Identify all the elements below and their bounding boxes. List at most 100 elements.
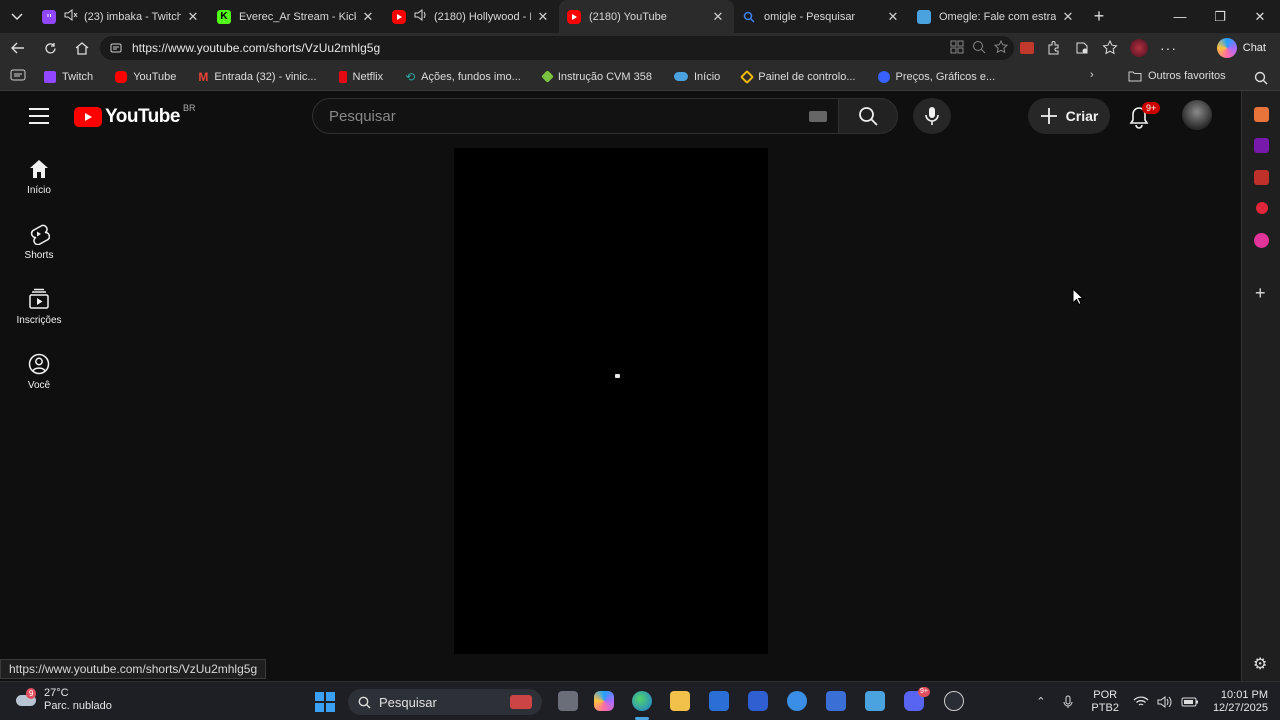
twitch-icon bbox=[42, 9, 56, 24]
zoom-icon[interactable] bbox=[972, 40, 986, 54]
tab-bing-search[interactable]: omigle - Pesquisar ✕ bbox=[734, 0, 909, 33]
tab-actions-menu[interactable] bbox=[0, 0, 34, 33]
close-window-button[interactable]: ✕ bbox=[1240, 0, 1280, 33]
notifications-button[interactable]: 9+ bbox=[1126, 102, 1161, 130]
tab-youtube-active[interactable]: (2180) YouTube ✕ bbox=[559, 0, 734, 33]
close-tab-icon[interactable]: ✕ bbox=[535, 9, 551, 25]
extensions-icon[interactable] bbox=[1046, 40, 1062, 56]
tab-twitch[interactable]: (23) imbaka - Twitch ✕ bbox=[34, 0, 209, 33]
add-sidebar-app-icon[interactable]: + bbox=[1255, 283, 1266, 304]
muted-speaker-icon[interactable] bbox=[64, 9, 78, 24]
favorite-acoes[interactable]: ⟲ Ações, fundos imo... bbox=[405, 70, 521, 84]
start-button[interactable] bbox=[315, 692, 335, 712]
app-icon[interactable] bbox=[748, 691, 768, 711]
taskbar: 9 27°C Parc. nublado Pesquisar 9+ ⌃ POR bbox=[0, 681, 1280, 720]
voice-search-button[interactable] bbox=[913, 98, 951, 134]
photos-app-icon[interactable] bbox=[826, 691, 846, 711]
youtube-mini-guide: Início Shorts Inscrições Você bbox=[0, 148, 78, 408]
close-tab-icon[interactable]: ✕ bbox=[185, 9, 201, 25]
shorts-icon bbox=[30, 224, 50, 245]
sync-app-icon[interactable] bbox=[787, 691, 807, 711]
twitch-icon bbox=[44, 70, 56, 83]
maximize-button[interactable]: ❐ bbox=[1200, 0, 1240, 33]
create-button[interactable]: Criar bbox=[1028, 98, 1110, 134]
search-sidebar-icon[interactable] bbox=[1254, 71, 1268, 90]
edge-browser-icon[interactable] bbox=[632, 691, 652, 711]
tab-youtube-hollywood[interactable]: (2180) Hollywood - Pe ✕ bbox=[384, 0, 559, 33]
site-info-icon bbox=[110, 43, 122, 53]
favorite-gmail[interactable]: M Entrada (32) - vinic... bbox=[198, 70, 316, 84]
tab-omegle[interactable]: Omegle: Fale com estranh ✕ bbox=[909, 0, 1084, 33]
sidebar-settings-icon[interactable]: ⚙ bbox=[1253, 654, 1267, 674]
back-button[interactable] bbox=[2, 33, 34, 63]
wifi-icon[interactable] bbox=[1133, 695, 1149, 708]
extension-red-icon[interactable] bbox=[1020, 42, 1034, 54]
keyboard-icon[interactable] bbox=[809, 111, 827, 122]
minimize-button[interactable]: — bbox=[1160, 0, 1200, 33]
guide-item-shorts[interactable]: Shorts bbox=[0, 213, 78, 278]
input-language[interactable]: POR PTB2 bbox=[1091, 689, 1119, 715]
guide-item-inscricoes[interactable]: Inscrições bbox=[0, 278, 78, 343]
tools-icon[interactable] bbox=[1254, 107, 1269, 122]
other-favorites[interactable]: Outros favoritos bbox=[1128, 70, 1226, 82]
guide-item-voce[interactable]: Você bbox=[0, 343, 78, 408]
home-icon bbox=[75, 41, 89, 55]
favorites-icon[interactable] bbox=[1102, 40, 1118, 56]
refresh-button[interactable] bbox=[34, 33, 66, 63]
youtube-icon bbox=[392, 9, 406, 24]
create-label: Criar bbox=[1065, 108, 1099, 124]
s-app-icon[interactable] bbox=[1254, 233, 1269, 248]
tab-kick[interactable]: K Everec_Ar Stream - Kick D ✕ bbox=[209, 0, 384, 33]
extension-app-icon[interactable] bbox=[1254, 170, 1269, 185]
account-avatar[interactable] bbox=[1182, 100, 1212, 130]
steam-icon[interactable] bbox=[944, 691, 964, 711]
favorite-youtube[interactable]: YouTube bbox=[115, 70, 176, 83]
taskbar-search[interactable]: Pesquisar bbox=[348, 689, 542, 715]
file-explorer-icon[interactable] bbox=[670, 691, 690, 711]
close-tab-icon[interactable]: ✕ bbox=[710, 9, 726, 25]
show-hidden-icons-chevron-icon[interactable]: ⌃ bbox=[1036, 695, 1045, 708]
tab-title: (23) imbaka - Twitch bbox=[84, 10, 181, 23]
apps-icon[interactable] bbox=[950, 40, 964, 54]
youtube-logo[interactable]: YouTube BR bbox=[74, 103, 195, 128]
microsoft-store-icon[interactable] bbox=[709, 691, 729, 711]
you-icon bbox=[28, 353, 50, 375]
gallery-app-icon[interactable] bbox=[865, 691, 885, 711]
favorite-netflix[interactable]: Netflix bbox=[338, 70, 383, 83]
copilot-chat-button[interactable]: Chat bbox=[1216, 38, 1266, 58]
task-view-icon[interactable] bbox=[558, 691, 578, 711]
address-bar[interactable]: https://www.youtube.com/shorts/VzUu2mhlg… bbox=[100, 36, 1014, 60]
shorts-player[interactable] bbox=[454, 148, 768, 654]
more-options-icon[interactable]: ··· bbox=[1160, 40, 1177, 56]
browser-essentials-icon[interactable] bbox=[1074, 40, 1090, 56]
onenote-icon[interactable] bbox=[1254, 138, 1269, 153]
search-button[interactable] bbox=[838, 98, 898, 134]
youtube-sidebar-icon[interactable] bbox=[1256, 202, 1268, 214]
menu-icon[interactable] bbox=[29, 108, 49, 124]
speaker-icon[interactable] bbox=[414, 9, 428, 24]
home-button[interactable] bbox=[66, 33, 98, 63]
kick-icon: K bbox=[217, 9, 231, 24]
guide-item-inicio[interactable]: Início bbox=[0, 148, 78, 213]
search-input[interactable]: Pesquisar bbox=[312, 98, 840, 134]
favorite-cvm[interactable]: Instrução CVM 358 bbox=[540, 70, 652, 83]
favorite-binance[interactable]: Painel de controlo... bbox=[740, 69, 856, 84]
clock[interactable]: 10:01 PM 12/27/2025 bbox=[1213, 689, 1268, 715]
weather-widget[interactable]: 9 27°C Parc. nublado bbox=[16, 687, 112, 713]
volume-icon[interactable] bbox=[1157, 695, 1173, 709]
microphone-icon[interactable] bbox=[1063, 695, 1073, 709]
profile-avatar[interactable] bbox=[1130, 39, 1148, 57]
more-favorites-chevron-icon[interactable]: › bbox=[1090, 69, 1094, 81]
close-tab-icon[interactable]: ✕ bbox=[360, 9, 376, 25]
new-tab-button[interactable]: + bbox=[1084, 6, 1114, 27]
favorite-star-icon[interactable] bbox=[994, 40, 1008, 54]
battery-icon[interactable] bbox=[1181, 696, 1199, 708]
favorite-inicio[interactable]: Início bbox=[673, 71, 720, 83]
close-tab-icon[interactable]: ✕ bbox=[1060, 9, 1076, 25]
favorite-twitch[interactable]: Twitch bbox=[44, 70, 93, 83]
copilot-app-icon[interactable] bbox=[594, 691, 614, 711]
close-tab-icon[interactable]: ✕ bbox=[885, 9, 901, 25]
guide-item-label: Você bbox=[27, 380, 51, 391]
favorite-coinmarketcap[interactable]: Preços, Gráficos e... bbox=[877, 70, 995, 83]
favorites-menu-icon[interactable] bbox=[10, 69, 26, 84]
